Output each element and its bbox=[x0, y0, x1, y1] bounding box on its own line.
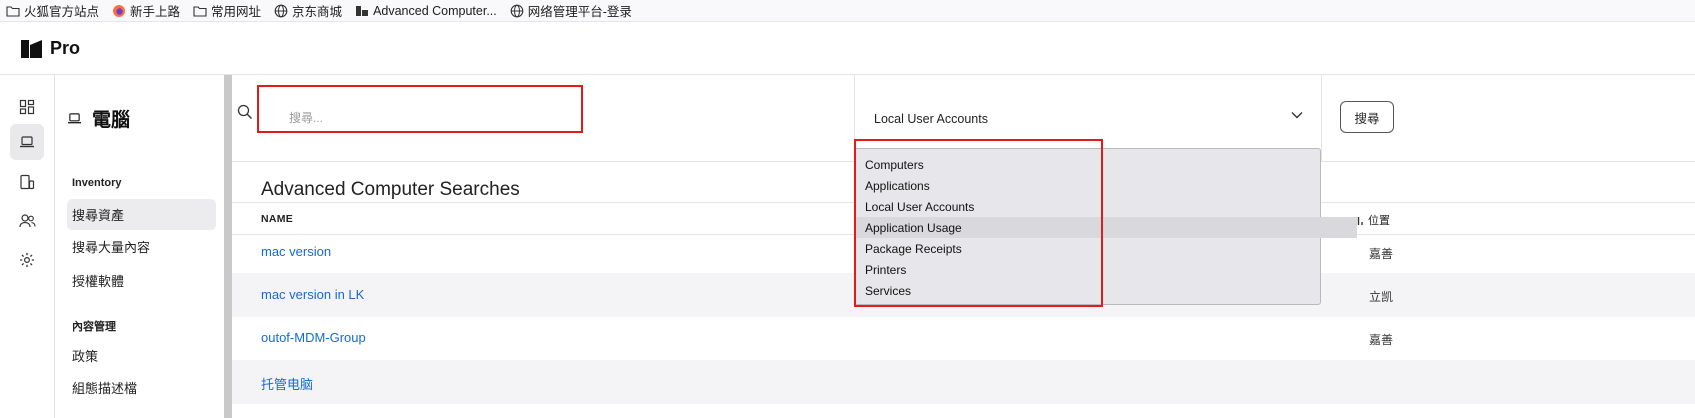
subnav-title: 電腦 bbox=[67, 105, 130, 132]
bookmark-label: 网络管理平台-登录 bbox=[527, 5, 632, 19]
dropdown-option-package-receipts[interactable]: Package Receipts bbox=[855, 238, 1357, 259]
subnav-item-licensed-software[interactable]: 授權軟體 bbox=[67, 265, 216, 296]
firefox-icon bbox=[113, 4, 126, 17]
laptop-icon bbox=[20, 136, 34, 148]
globe-icon bbox=[510, 4, 524, 17]
subnav-title-text: 電腦 bbox=[92, 110, 131, 131]
rail-dashboard[interactable] bbox=[10, 89, 44, 125]
bookmark-label: 常用网址 bbox=[211, 5, 262, 19]
criteria-selected-value: Local User Accounts bbox=[874, 111, 988, 126]
chevron-down-icon bbox=[1291, 112, 1303, 119]
subnav-item-search-inventory[interactable]: 搜尋資產 bbox=[67, 199, 216, 230]
bookmark-6[interactable]: 网络管理平台-登录 bbox=[510, 1, 632, 20]
bookmark-label: 火狐官方站点 bbox=[24, 5, 100, 19]
dropdown-option-computers[interactable]: Computers bbox=[855, 154, 1357, 175]
section-content-management: 內容管理 bbox=[72, 321, 116, 333]
rail-settings[interactable] bbox=[10, 242, 44, 278]
dropdown-option-applications[interactable]: Applications bbox=[855, 175, 1357, 196]
folder-icon bbox=[193, 5, 207, 17]
table-row[interactable]: 托管电脑 bbox=[232, 360, 1695, 404]
users-icon bbox=[18, 214, 36, 228]
bookmark-label: 京东商城 bbox=[292, 5, 343, 19]
bookmarks-bar: 火狐官方站点 新手上路 常用网址 京东商城 Advanced Computer.… bbox=[0, 0, 1695, 22]
bookmark-label: Advanced Computer... bbox=[373, 3, 497, 18]
subnav-item-mass-search[interactable]: 搜尋大量內容 bbox=[67, 231, 216, 262]
row-name-link[interactable]: mac version in LK bbox=[261, 287, 364, 302]
gear-icon bbox=[20, 253, 34, 267]
rail-users[interactable] bbox=[10, 203, 44, 239]
bookmark-4[interactable]: 京东商城 bbox=[274, 1, 342, 20]
bookmark-1[interactable]: 火狐官方站点 bbox=[6, 1, 99, 20]
rail-devices[interactable] bbox=[10, 164, 44, 200]
devices-icon bbox=[20, 174, 35, 190]
divider bbox=[1321, 75, 1322, 162]
row-location: 嘉善 bbox=[1369, 333, 1394, 347]
dropdown-option-local-user-accounts[interactable]: Local User Accounts bbox=[855, 196, 1357, 217]
bookmark-3[interactable]: 常用网址 bbox=[193, 1, 261, 20]
brand-name: Pro bbox=[50, 37, 81, 58]
section-inventory: Inventory bbox=[72, 177, 122, 189]
bookmark-2[interactable]: 新手上路 bbox=[112, 1, 180, 20]
rail-computers[interactable] bbox=[10, 124, 44, 160]
page-title: Advanced Computer Searches bbox=[261, 179, 520, 200]
dropdown-option-printers[interactable]: Printers bbox=[855, 259, 1357, 280]
app-header: Pro bbox=[0, 22, 1695, 75]
criteria-dropdown-list: Computers Applications Local User Accoun… bbox=[854, 148, 1357, 305]
globe-icon bbox=[274, 4, 288, 17]
computers-subnav: 電腦 Inventory 搜尋資產 搜尋大量內容 授權軟體 內容管理 政策 組態… bbox=[55, 75, 225, 418]
dashboard-icon bbox=[19, 99, 35, 115]
bookmark-label: 新手上路 bbox=[130, 5, 181, 19]
row-name-link[interactable]: 托管电脑 bbox=[261, 374, 313, 393]
row-location: 嘉善 bbox=[1369, 247, 1394, 261]
icon-rail bbox=[0, 75, 55, 418]
table-row[interactable]: outof-MDM-Group 嘉善 bbox=[232, 316, 1695, 360]
dropdown-option-services[interactable]: Services bbox=[855, 280, 1357, 301]
row-name-link[interactable]: outof-MDM-Group bbox=[261, 330, 366, 345]
jamf-icon bbox=[356, 5, 369, 16]
row-name-link[interactable]: mac version bbox=[261, 244, 331, 259]
column-header-location[interactable]: 位置 bbox=[1354, 212, 1390, 228]
folder-icon bbox=[6, 5, 20, 17]
row-location: 立凯 bbox=[1369, 290, 1394, 304]
jamf-logo-icon bbox=[21, 40, 42, 58]
bookmark-5[interactable]: Advanced Computer... bbox=[355, 4, 497, 18]
column-header-name[interactable]: NAME bbox=[261, 213, 293, 225]
column-header-location-label: 位置 bbox=[1368, 215, 1390, 227]
dropdown-option-application-usage[interactable]: Application Usage bbox=[855, 217, 1357, 238]
laptop-icon bbox=[68, 113, 81, 124]
subnav-item-config-profiles[interactable]: 組態描述檔 bbox=[67, 372, 216, 403]
subnav-item-policies[interactable]: 政策 bbox=[67, 340, 216, 371]
search-icon bbox=[237, 104, 252, 119]
search-button[interactable]: 搜尋 bbox=[1340, 101, 1394, 133]
search-input[interactable] bbox=[279, 103, 589, 133]
subnav-scrollbar[interactable] bbox=[224, 75, 232, 418]
